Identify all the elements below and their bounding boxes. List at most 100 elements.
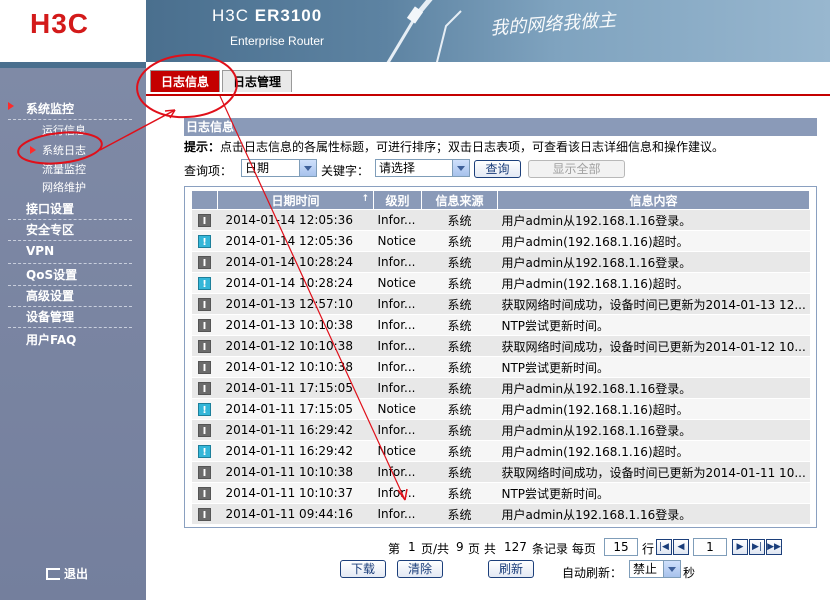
- sidebar-item-security[interactable]: 安全专区: [8, 221, 132, 241]
- notice-icon: !: [198, 235, 211, 248]
- row-content: 用户admin(192.168.1.16)超时。: [497, 230, 810, 252]
- next-page-icon[interactable]: ▶: [732, 539, 748, 555]
- sidebar-sub-run-info[interactable]: 运行信息: [42, 122, 86, 138]
- tab-log-manage[interactable]: 日志管理: [222, 70, 292, 92]
- row-icon-cell: I: [191, 293, 218, 315]
- header-date-label: 日期时间: [271, 193, 320, 208]
- notice-icon: !: [198, 277, 211, 290]
- sidebar-item-device-manage[interactable]: 设备管理: [8, 308, 132, 328]
- sidebar-sub-traffic-monitor[interactable]: 流量监控: [42, 161, 86, 177]
- page-suffix: 页 共: [468, 542, 496, 556]
- row-date: 2014-01-13 10:10:38: [217, 314, 374, 336]
- table-row[interactable]: I 2014-01-11 10:10:37 Infor... 系统 NTP尝试更新时间。: [191, 482, 810, 504]
- row-source: 系统: [421, 230, 498, 252]
- goto-page-input[interactable]: 1: [693, 538, 727, 556]
- query-label: 查询项：: [184, 164, 233, 178]
- sidebar-item-vpn[interactable]: VPN: [8, 244, 132, 264]
- row-source: 系统: [421, 377, 498, 399]
- sidebar-sub-system-log[interactable]: 系统日志: [42, 142, 86, 158]
- row-date: 2014-01-12 10:10:38: [217, 356, 374, 378]
- table-row[interactable]: ! 2014-01-11 16:29:42 Notice 系统 用户admin(192.…: [191, 440, 810, 462]
- row-level: Notice: [373, 230, 422, 252]
- table-row[interactable]: I 2014-01-11 17:15:05 Infor... 系统 用户admin从19…: [191, 377, 810, 399]
- log-table-frame: 日期时间 ↑ 级别 信息来源 信息内容 I 2014-01-14 12:05:36 I…: [184, 186, 817, 528]
- sidebar-item-advanced[interactable]: 高级设置: [8, 287, 132, 307]
- row-suffix: 行: [642, 542, 655, 556]
- prev-page-icon[interactable]: ◀: [673, 539, 689, 555]
- notice-icon: !: [198, 403, 211, 416]
- row-date: 2014-01-11 16:29:42: [217, 440, 374, 462]
- go-icon[interactable]: ▶▶: [766, 539, 782, 555]
- logout-button[interactable]: 退出: [46, 565, 88, 582]
- row-icon-cell: I: [191, 314, 218, 336]
- header-source[interactable]: 信息来源: [421, 190, 498, 210]
- query-select[interactable]: 日期: [241, 159, 317, 177]
- sidebar-item-label: 设备管理: [26, 310, 75, 324]
- table-row[interactable]: ! 2014-01-14 12:05:36 Notice 系统 用户admin(192.…: [191, 230, 810, 252]
- row-source: 系统: [421, 398, 498, 420]
- records-suffix: 条记录 每页: [532, 542, 596, 556]
- row-content: 用户admin从192.168.1.16登录。: [497, 503, 810, 525]
- table-row[interactable]: ! 2014-01-14 10:28:24 Notice 系统 用户admin(192.…: [191, 272, 810, 294]
- header-content[interactable]: 信息内容: [497, 190, 810, 210]
- show-all-button[interactable]: 显示全部: [528, 160, 625, 178]
- header-level[interactable]: 级别: [373, 190, 422, 210]
- sidebar-item-qos[interactable]: QoS设置: [8, 266, 132, 286]
- row-icon-cell: I: [191, 461, 218, 483]
- header-banner: H3C ER3100 Enterprise Router 我的网络我做主: [146, 0, 830, 62]
- info-icon: I: [198, 298, 211, 311]
- table-row[interactable]: ! 2014-01-11 17:15:05 Notice 系统 用户admin(192.…: [191, 398, 810, 420]
- row-content: NTP尝试更新时间。: [497, 356, 810, 378]
- table-row[interactable]: I 2014-01-11 16:29:42 Infor... 系统 用户admin从19…: [191, 419, 810, 441]
- row-icon-cell: I: [191, 209, 218, 231]
- first-page-icon[interactable]: |◀: [656, 539, 672, 555]
- log-table-body: I 2014-01-14 12:05:36 Infor... 系统 用户admin从19…: [191, 209, 810, 525]
- search-button[interactable]: 查询: [474, 160, 521, 178]
- slogan: 我的网络我做主: [489, 9, 617, 40]
- table-row[interactable]: I 2014-01-12 10:10:38 Infor... 系统 获取网络时间成功，设…: [191, 335, 810, 357]
- sidebar-item-label: 安全专区: [26, 223, 75, 237]
- row-content: 用户admin从192.168.1.16登录。: [497, 251, 810, 273]
- info-icon: I: [198, 382, 211, 395]
- header-icon: [191, 190, 218, 210]
- last-page-icon[interactable]: ▶|: [749, 539, 765, 555]
- table-row[interactable]: I 2014-01-12 10:10:38 Infor... 系统 NTP尝试更新时间。: [191, 356, 810, 378]
- sidebar-item-label: VPN: [26, 244, 55, 258]
- row-content: 获取网络时间成功，设备时间已更新为2014-01-11 10...: [497, 461, 810, 483]
- chevron-down-icon: [452, 160, 469, 176]
- auto-refresh-select[interactable]: 禁止: [629, 560, 681, 578]
- table-row[interactable]: I 2014-01-13 12:57:10 Infor... 系统 获取网络时间成功，设…: [191, 293, 810, 315]
- row-icon-cell: I: [191, 335, 218, 357]
- header-date[interactable]: 日期时间 ↑: [217, 190, 374, 210]
- clear-button[interactable]: 清除: [397, 560, 443, 578]
- row-content: 获取网络时间成功，设备时间已更新为2014-01-13 12...: [497, 293, 810, 315]
- refresh-button[interactable]: 刷新: [488, 560, 534, 578]
- per-page-input[interactable]: 15: [604, 538, 638, 556]
- row-source: 系统: [421, 272, 498, 294]
- row-date: 2014-01-14 12:05:36: [217, 230, 374, 252]
- sidebar-item-label: QoS设置: [26, 268, 78, 282]
- sidebar-item-label: 用户FAQ: [26, 333, 77, 347]
- sidebar-item-interface[interactable]: 接口设置: [8, 200, 132, 220]
- row-icon-cell: I: [191, 482, 218, 504]
- sidebar-item-faq[interactable]: 用户FAQ: [8, 331, 132, 350]
- model-title: H3C ER3100: [212, 6, 322, 26]
- sidebar-item-system-monitor[interactable]: 系统监控: [8, 100, 132, 120]
- logout-icon: [46, 568, 60, 580]
- info-icon: I: [198, 466, 211, 479]
- row-level: Infor...: [373, 251, 422, 273]
- table-row[interactable]: I 2014-01-13 10:10:38 Infor... 系统 NTP尝试更新时间。: [191, 314, 810, 336]
- row-level: Notice: [373, 272, 422, 294]
- row-level: Infor...: [373, 335, 422, 357]
- table-row[interactable]: I 2014-01-14 12:05:36 Infor... 系统 用户admin从19…: [191, 209, 810, 231]
- sidebar-sub-network-maintain[interactable]: 网络维护: [42, 179, 86, 195]
- table-row[interactable]: I 2014-01-14 10:28:24 Infor... 系统 用户admin从19…: [191, 251, 810, 273]
- table-row[interactable]: I 2014-01-11 09:44:16 Infor... 系统 用户admin从19…: [191, 503, 810, 525]
- tab-log-info[interactable]: 日志信息: [150, 70, 220, 92]
- keyword-select-value: 请选择: [379, 161, 416, 175]
- download-button[interactable]: 下载: [340, 560, 386, 578]
- model-number: ER3100: [254, 6, 323, 25]
- row-icon-cell: I: [191, 251, 218, 273]
- keyword-select[interactable]: 请选择: [375, 159, 470, 177]
- table-row[interactable]: I 2014-01-11 10:10:38 Infor... 系统 获取网络时间成功，设…: [191, 461, 810, 483]
